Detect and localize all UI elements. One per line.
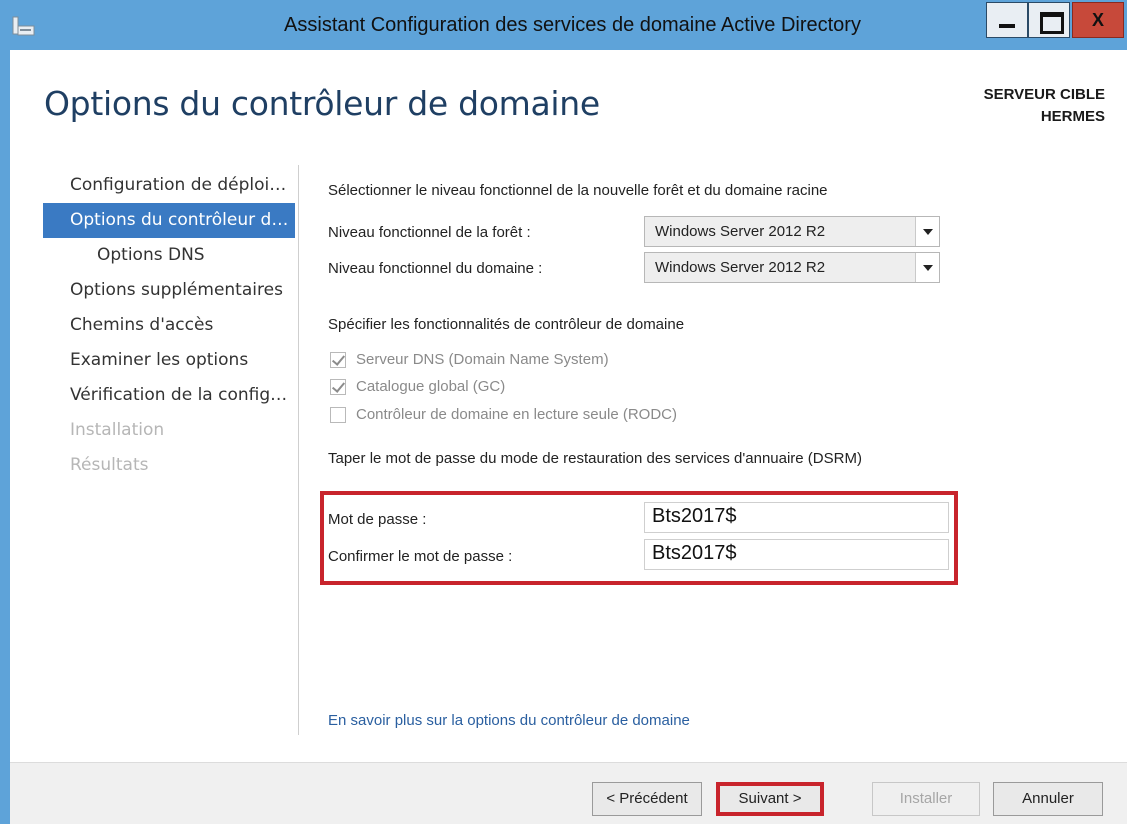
chevron-down-icon[interactable] [915, 253, 939, 282]
dns-server-checkbox-label: Serveur DNS (Domain Name System) [356, 351, 609, 368]
wizard-client-area: Options du contrôleur de domaine SERVEUR… [10, 50, 1127, 824]
domain-level-value: Windows Server 2012 R2 [655, 259, 826, 276]
wizard-nav: Configuration de déploiement Options du … [43, 168, 295, 483]
previous-button[interactable]: < Précédent [592, 782, 702, 816]
forest-level-value: Windows Server 2012 R2 [655, 223, 826, 240]
nav-item-review-options[interactable]: Examiner les options [43, 343, 295, 378]
nav-item-deployment-config[interactable]: Configuration de déploiement [43, 168, 295, 203]
confirm-password-value: Bts2017$ [652, 542, 737, 564]
page-title: Options du contrôleur de domaine [44, 84, 600, 123]
learn-more-link[interactable]: En savoir plus sur la options du contrôl… [328, 712, 690, 729]
target-server: SERVEUR CIBLE HERMES [984, 84, 1105, 128]
dsrm-title: Taper le mot de passe du mode de restaur… [328, 450, 862, 467]
domain-level-label: Niveau fonctionnel du domaine : [328, 260, 543, 277]
nav-item-paths[interactable]: Chemins d'accès [43, 308, 295, 343]
password-field[interactable]: Bts2017$ [644, 502, 949, 533]
nav-item-results: Résultats [70, 455, 149, 475]
minimize-icon [987, 3, 1027, 37]
target-server-label: SERVEUR CIBLE [983, 86, 1105, 103]
close-button[interactable]: X [1072, 2, 1124, 38]
next-button[interactable]: Suivant > [716, 782, 824, 816]
title-bar: Assistant Configuration des services de … [0, 0, 1127, 50]
install-button: Installer [872, 782, 980, 816]
nav-divider [298, 165, 299, 735]
functional-level-title: Sélectionner le niveau fonctionnel de la… [328, 182, 828, 199]
checkbox-unchecked-icon[interactable] [330, 407, 346, 423]
nav-item-installation: Installation [70, 420, 165, 440]
capabilities-title: Spécifier les fonctionnalités de contrôl… [328, 316, 685, 333]
password-label: Mot de passe : [328, 511, 427, 528]
minimize-button[interactable] [986, 2, 1028, 38]
global-catalog-checkbox-label: Catalogue global (GC) [356, 378, 506, 395]
close-icon: X [1091, 10, 1104, 30]
checkbox-checked-icon[interactable] [330, 379, 346, 395]
rodc-checkbox-label: Contrôleur de domaine en lecture seule (… [356, 406, 677, 423]
confirm-password-label: Confirmer le mot de passe : [328, 548, 513, 565]
target-server-name: HERMES [1040, 108, 1105, 125]
wizard-footer: < Précédent Suivant > Installer Annuler [10, 762, 1127, 824]
checkbox-checked-icon[interactable] [330, 352, 346, 368]
wizard-window: Assistant Configuration des services de … [0, 0, 1127, 824]
cancel-button[interactable]: Annuler [993, 782, 1103, 816]
nav-item-prerequisites-check[interactable]: Vérification de la configuration requise [43, 378, 295, 413]
forest-level-select[interactable]: Windows Server 2012 R2 [644, 216, 940, 247]
window-title: Assistant Configuration des services de … [284, 14, 861, 36]
forest-level-label: Niveau fonctionnel de la forêt : [328, 224, 531, 241]
maximize-button[interactable] [1028, 2, 1070, 38]
nav-item-additional-options[interactable]: Options supplémentaires [43, 273, 295, 308]
domain-level-select[interactable]: Windows Server 2012 R2 [644, 252, 940, 283]
confirm-password-field[interactable]: Bts2017$ [644, 539, 949, 570]
nav-item-dc-options[interactable]: Options du contrôleur de domaine [43, 203, 295, 238]
chevron-down-icon[interactable] [915, 217, 939, 246]
password-value: Bts2017$ [652, 505, 737, 527]
nav-item-dns-options[interactable]: Options DNS [43, 238, 295, 273]
maximize-icon [1029, 3, 1069, 37]
